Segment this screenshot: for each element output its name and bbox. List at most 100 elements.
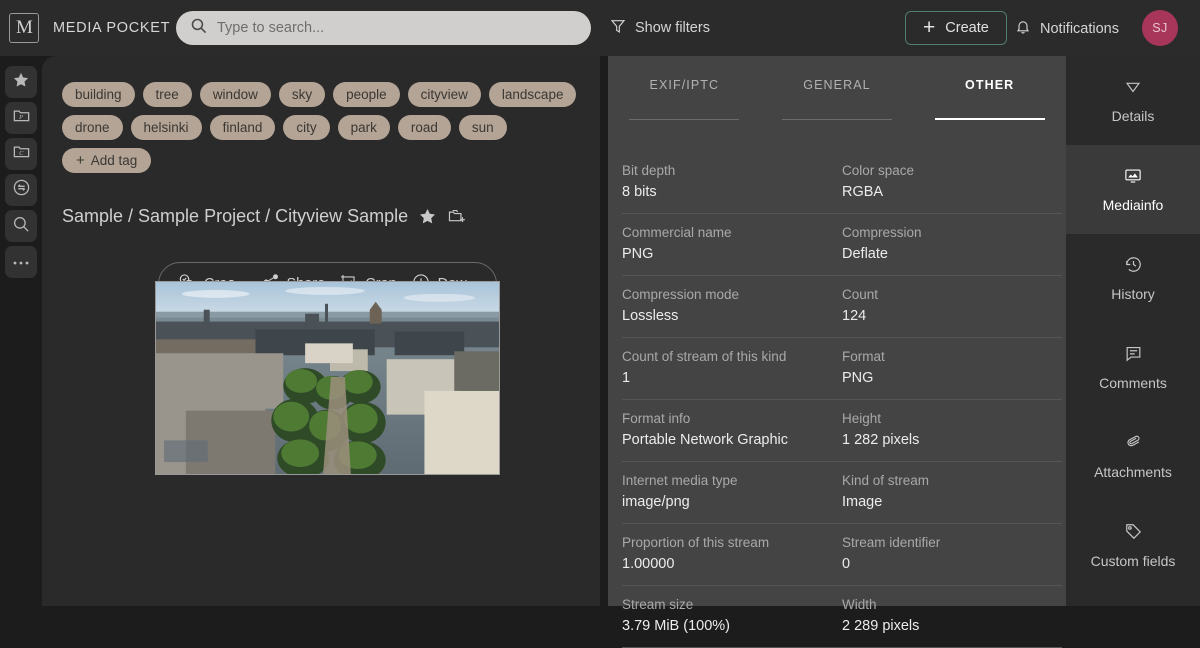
- funnel-icon: [610, 18, 626, 38]
- rnav-item-attachments[interactable]: Attachments: [1066, 412, 1200, 501]
- search-icon: [12, 215, 30, 238]
- tag-chip[interactable]: people: [333, 82, 400, 107]
- metadata-key: Width: [842, 597, 877, 612]
- metadata-cell: Internet media type image/png: [622, 471, 842, 513]
- metadata-value: Lossless: [622, 308, 679, 324]
- metadata-cell: Proportion of this stream 1.00000: [622, 533, 842, 575]
- rail-item-transfers[interactable]: [5, 174, 37, 206]
- metadata-value: Deflate: [842, 246, 888, 262]
- tab-general[interactable]: GENERAL: [761, 78, 914, 120]
- tag-chip[interactable]: cityview: [407, 82, 481, 107]
- metadata-key: Proportion of this stream: [622, 535, 770, 550]
- right-nav: Details Mediainfo History Comments Attac…: [1066, 56, 1200, 606]
- breadcrumb-path[interactable]: Sample / Sample Project / Cityview Sampl…: [62, 206, 408, 227]
- chevron-down-icon: [1123, 78, 1143, 99]
- metadata-row: Stream size 3.79 MiB (100%) Width 2 289 …: [622, 586, 1062, 648]
- metadata-value: Image: [842, 494, 883, 510]
- plus-icon: +: [76, 152, 85, 169]
- app-logo-letter: M: [16, 17, 33, 38]
- paperclip-icon: [1123, 434, 1143, 455]
- metadata-key: Commercial name: [622, 225, 732, 240]
- rnav-item-history[interactable]: History: [1066, 234, 1200, 323]
- tag-chip[interactable]: road: [397, 115, 451, 140]
- tag-chip[interactable]: drone: [62, 115, 123, 140]
- top-bar: M MEDIA POCKET Show filters + Create Not…: [0, 0, 1200, 56]
- transfer-icon: [12, 178, 31, 202]
- metadata-row: Internet media type image/png Kind of st…: [622, 462, 1062, 524]
- metadata-value: 0: [842, 556, 851, 572]
- rail-item-more[interactable]: [5, 246, 37, 278]
- rnav-item-custom-fields[interactable]: Custom fields: [1066, 501, 1200, 590]
- rnav-label: Custom fields: [1090, 553, 1176, 569]
- ellipsis-icon: [12, 253, 30, 271]
- metadata-rows: Bit depth 8 bits Color space RGBA Commer…: [622, 152, 1062, 648]
- tag-icon: [1124, 522, 1143, 544]
- metadata-value: 1: [622, 370, 631, 386]
- svg-text:C: C: [19, 150, 24, 157]
- metadata-key: Compression: [842, 225, 922, 240]
- tag-chip[interactable]: landscape: [488, 82, 577, 107]
- tag-chip[interactable]: sky: [278, 82, 326, 107]
- notifications-button[interactable]: Notifications: [1015, 18, 1119, 39]
- app-title: MEDIA POCKET: [53, 20, 171, 36]
- metadata-value: 1.00000: [622, 556, 675, 572]
- metadata-row: Format info Portable Network Graphic Hei…: [622, 400, 1062, 462]
- search-bar[interactable]: [176, 11, 591, 45]
- metadata-cell: Stream identifier 0: [842, 533, 1062, 575]
- avatar-initials: SJ: [1152, 21, 1168, 35]
- tag-chip[interactable]: finland: [209, 115, 276, 140]
- search-input[interactable]: [217, 20, 577, 36]
- add-to-collection-icon[interactable]: [447, 207, 467, 226]
- rnav-label: History: [1111, 286, 1155, 302]
- rnav-item-details[interactable]: Details: [1066, 56, 1200, 145]
- metadata-row: Proportion of this stream 1.00000 Stream…: [622, 524, 1062, 586]
- metadata-cell: Color space RGBA: [842, 161, 1062, 203]
- rail-item-favorites[interactable]: [5, 66, 37, 98]
- tag-chip[interactable]: helsinki: [130, 115, 202, 140]
- tag-chip[interactable]: building: [62, 82, 135, 107]
- show-filters-button[interactable]: Show filters: [610, 18, 710, 38]
- show-filters-label: Show filters: [635, 20, 710, 36]
- add-tag-label: Add tag: [90, 153, 138, 168]
- rnav-label: Details: [1111, 107, 1155, 124]
- metadata-value: 2 289 pixels: [842, 618, 920, 634]
- metadata-cell: Format PNG: [842, 347, 1062, 389]
- metadata-panel: EXIF/IPTC GENERAL OTHER Bit depth 8 bits…: [608, 56, 1066, 648]
- metadata-cell: Compression mode Lossless: [622, 285, 842, 327]
- rail-item-collections[interactable]: C: [5, 138, 37, 170]
- rnav-item-mediainfo[interactable]: Mediainfo: [1066, 145, 1200, 234]
- tag-chip[interactable]: city: [283, 115, 330, 140]
- tag-chip[interactable]: window: [199, 82, 271, 107]
- rail-item-projects[interactable]: P: [5, 102, 37, 134]
- breadcrumb: Sample / Sample Project / Cityview Sampl…: [62, 206, 467, 227]
- metadata-value: 3.79 MiB (100%): [622, 618, 730, 634]
- tag-chip[interactable]: sun: [458, 115, 507, 140]
- metadata-key: Count of stream of this kind: [622, 349, 787, 364]
- plus-icon: +: [923, 15, 936, 39]
- tab-other[interactable]: OTHER: [913, 78, 1066, 120]
- metadata-value: PNG: [622, 246, 654, 262]
- app-logo[interactable]: M: [9, 13, 39, 43]
- metadata-key: Internet media type: [622, 473, 738, 488]
- search-icon: [190, 17, 207, 39]
- bell-icon: [1015, 18, 1031, 39]
- add-tag-button[interactable]: + Add tag: [62, 148, 152, 173]
- create-button[interactable]: + Create: [905, 11, 1007, 45]
- tag-chip[interactable]: park: [337, 115, 390, 140]
- tag-chip[interactable]: tree: [142, 82, 192, 107]
- metadata-value: image/png: [622, 494, 690, 510]
- rnav-label: Mediainfo: [1102, 196, 1164, 213]
- left-rail: P C: [0, 56, 42, 606]
- metadata-cell: Format info Portable Network Graphic: [622, 409, 842, 451]
- metadata-value: 1 282 pixels: [842, 432, 920, 448]
- rnav-item-comments[interactable]: Comments: [1066, 323, 1200, 412]
- avatar[interactable]: SJ: [1142, 10, 1178, 46]
- tab-exif-iptc[interactable]: EXIF/IPTC: [608, 78, 761, 120]
- star-icon: [12, 71, 30, 94]
- star-icon[interactable]: [418, 207, 437, 226]
- rail-item-search[interactable]: [5, 210, 37, 242]
- asset-preview-image[interactable]: [155, 281, 500, 475]
- notifications-label: Notifications: [1040, 20, 1119, 37]
- metadata-cell: Commercial name PNG: [622, 223, 842, 265]
- metadata-row: Count of stream of this kind 1 Format PN…: [622, 338, 1062, 400]
